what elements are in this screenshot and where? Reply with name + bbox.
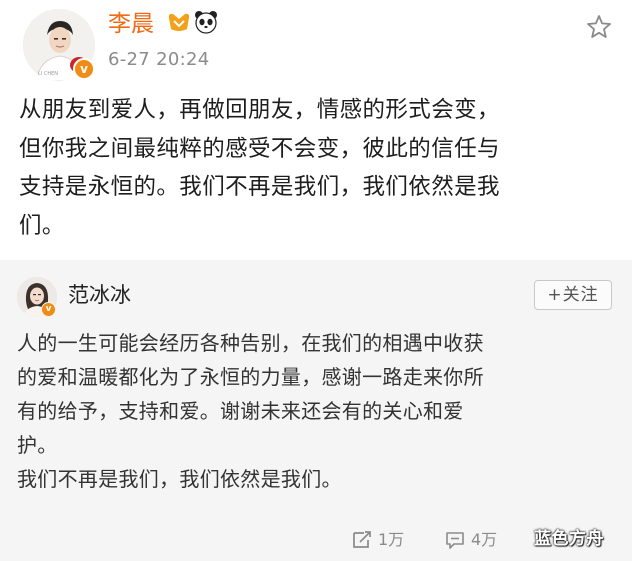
- repost-line: 我们不再是我们，我们依然是我们。: [17, 467, 342, 491]
- verified-badge-icon: v: [73, 58, 95, 80]
- repost-author-name[interactable]: 范冰冰: [68, 280, 131, 310]
- follow-button[interactable]: +关注: [534, 280, 612, 310]
- post-content: 从朋友到爱人，再做回朋友，情感的形式会变， 但你我之间最纯粹的感受不会变，彼此的…: [19, 91, 619, 245]
- star-icon[interactable]: [585, 13, 613, 41]
- post-line: 支持是永恒的。我们不再是我们，我们依然是我: [19, 174, 500, 200]
- reposted-weibo-card[interactable]: v 范冰冰 +关注 人的一生可能会经历各种告别，在我们的相遇中收获 的爱和温暖都…: [0, 260, 632, 561]
- comment-count: 4万: [471, 530, 498, 549]
- repost-line: 的爱和温暖都化为了永恒的力量，感谢一路走来你所: [17, 365, 484, 389]
- post-line: 但你我之间最纯粹的感受不会变，彼此的信任与: [19, 135, 500, 162]
- repost-line: 有的给予，支持和爱。谢谢未来还会有的关心和爱: [17, 399, 464, 423]
- original-post: LI CHEN v 李晨 6-27 20:24 从朋友到爱人，再做回朋友，情感的…: [0, 0, 632, 255]
- repost-content: 人的一生可能会经历各种告别，在我们的相遇中收获 的爱和温暖都化为了永恒的力量，感…: [17, 326, 622, 496]
- comment-icon: [446, 532, 464, 549]
- post-author-name[interactable]: 李晨: [108, 8, 154, 40]
- repost-icon: [353, 531, 371, 548]
- post-line: 从朋友到爱人，再做回朋友，情感的形式会变，: [19, 97, 500, 123]
- watermark-text: 蓝色方舟: [534, 529, 604, 549]
- post-timestamp: 6-27 20:24: [108, 49, 210, 70]
- repost-line: 护。: [17, 433, 58, 457]
- post-line: 们。: [19, 212, 65, 239]
- repost-line: 人的一生可能会经历各种告别，在我们的相遇中收获: [17, 331, 484, 355]
- repost-count: 1万: [378, 530, 405, 549]
- verified-badge-icon: v: [41, 302, 56, 317]
- panda-icon: [195, 11, 217, 34]
- vip-crown-icon: [168, 13, 190, 32]
- svg-text:LI CHEN: LI CHEN: [38, 71, 58, 77]
